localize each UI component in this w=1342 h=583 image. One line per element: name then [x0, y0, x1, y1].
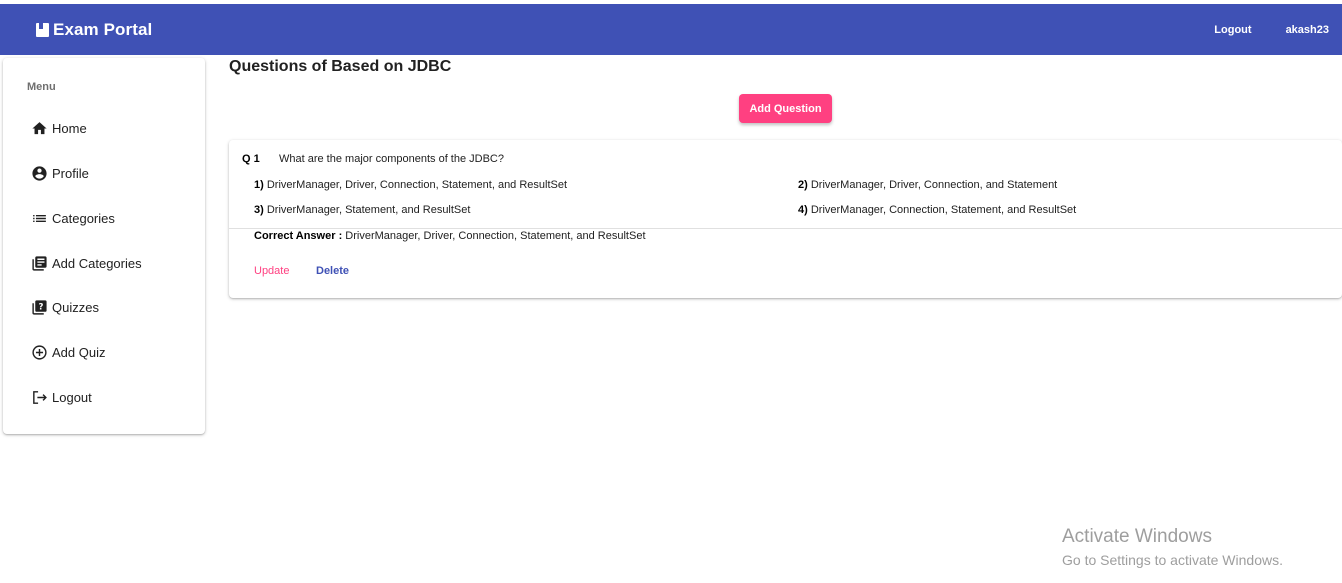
svg-text:?: ? — [38, 302, 43, 312]
option-text: DriverManager, Driver, Connection, State… — [266, 179, 568, 191]
activate-windows-watermark: Activate Windows Go to Settings to activ… — [1062, 526, 1283, 568]
correct-answer-text: DriverManager, Driver, Connection, State… — [345, 230, 646, 242]
menu-label: Menu — [27, 81, 56, 93]
option-text: DriverManager, Connection, Statement, an… — [810, 204, 1077, 216]
option-number: 1) — [254, 179, 264, 191]
sidebar-item-quizzes[interactable]: ? Quizzes — [31, 297, 99, 317]
question-number: Q 1 — [242, 153, 260, 165]
logout-icon — [31, 389, 48, 406]
library-books-icon — [31, 255, 48, 272]
sidebar-item-label: Profile — [52, 165, 89, 181]
sidebar-item-label: Logout — [52, 389, 92, 405]
navbar-actions: Logout akash23 — [1214, 4, 1329, 55]
add-circle-icon — [31, 344, 48, 361]
sidebar-item-add-quiz[interactable]: Add Quiz — [31, 342, 105, 362]
option-text: DriverManager, Driver, Connection, and S… — [810, 179, 1058, 191]
watermark-title: Activate Windows — [1062, 526, 1212, 547]
sidebar-item-profile[interactable]: Profile — [31, 163, 89, 183]
option-number: 4) — [798, 204, 808, 216]
sidebar-item-label: Quizzes — [52, 299, 99, 315]
delete-button[interactable]: Delete — [316, 265, 349, 277]
option-2: 2) DriverManager, Driver, Connection, an… — [798, 179, 1057, 191]
option-text: DriverManager, Statement, and ResultSet — [266, 204, 471, 216]
watermark-subtitle: Go to Settings to activate Windows. — [1062, 552, 1283, 568]
brand[interactable]: Exam Portal — [36, 4, 152, 55]
page-title: Questions of Based on JDBC — [229, 58, 452, 75]
sidebar-item-logout[interactable]: Logout — [31, 387, 92, 407]
sidebar: Menu Home Profile Categories Add Categor… — [3, 58, 205, 434]
option-4: 4) DriverManager, Connection, Statement,… — [798, 204, 1076, 216]
sidebar-item-label: Categories — [52, 210, 115, 226]
option-3: 3) DriverManager, Statement, and ResultS… — [254, 204, 470, 216]
list-icon — [31, 210, 48, 227]
sidebar-item-categories[interactable]: Categories — [31, 208, 115, 228]
option-number: 3) — [254, 204, 264, 216]
question-card: Q 1 What are the major components of the… — [229, 140, 1342, 298]
sidebar-item-label: Home — [52, 120, 87, 136]
account-circle-icon — [31, 165, 48, 182]
book-icon — [36, 22, 49, 37]
navbar-username-button[interactable]: akash23 — [1286, 24, 1329, 36]
navbar-logout-button[interactable]: Logout — [1214, 24, 1251, 36]
sidebar-item-label: Add Quiz — [52, 344, 106, 360]
update-button[interactable]: Update — [254, 265, 289, 277]
app-title: Exam Portal — [53, 19, 153, 39]
option-1: 1) DriverManager, Driver, Connection, St… — [254, 179, 567, 191]
top-navbar: Exam Portal Logout akash23 — [0, 4, 1342, 55]
sidebar-item-home[interactable]: Home — [31, 118, 87, 138]
question-text: What are the major components of the JDB… — [279, 153, 504, 165]
sidebar-item-label: Add Categories — [52, 255, 142, 271]
add-question-button[interactable]: Add Question — [739, 94, 832, 123]
sidebar-item-add-categories[interactable]: Add Categories — [31, 253, 142, 273]
home-icon — [31, 120, 48, 137]
correct-answer: Correct Answer : DriverManager, Driver, … — [254, 230, 646, 242]
option-number: 2) — [798, 179, 808, 191]
card-divider — [229, 228, 1342, 229]
quiz-icon: ? — [31, 299, 48, 316]
correct-answer-label: Correct Answer : — [254, 230, 343, 242]
